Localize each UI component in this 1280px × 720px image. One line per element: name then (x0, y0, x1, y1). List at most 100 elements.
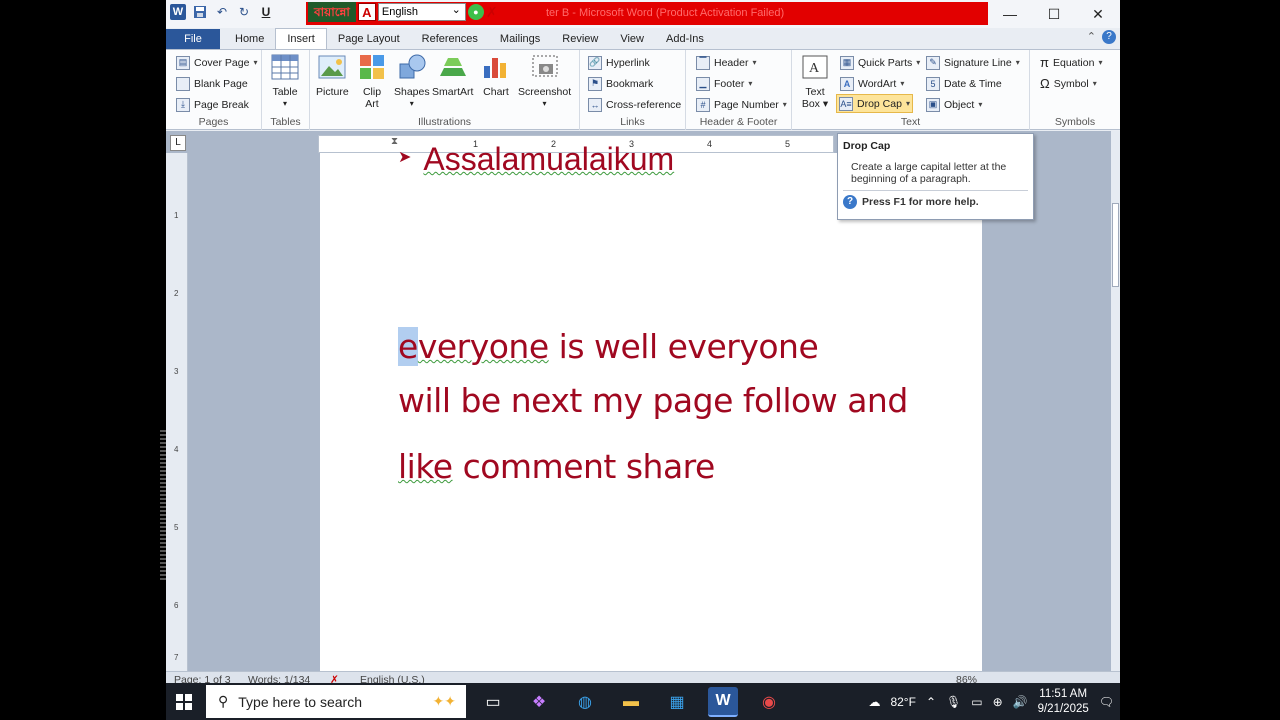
start-button[interactable] (166, 683, 202, 720)
header-button[interactable]: ▔ Header ▾ (694, 53, 758, 72)
table-button[interactable]: Table ▾ (270, 52, 300, 110)
group-tables: Table ▾ Tables (262, 50, 310, 130)
cross-reference-button[interactable]: ↔ Cross-reference (586, 95, 683, 114)
vertical-scrollbar[interactable] (1111, 131, 1120, 671)
screenshot-label: Screenshot (518, 86, 572, 98)
ruler-number: 1 (174, 211, 179, 220)
tab-review[interactable]: Review (551, 29, 609, 49)
taskbar-search[interactable]: ⚲ Type here to search ✦✦ (206, 685, 466, 718)
wordart-button[interactable]: A WordArt ▾ (838, 74, 906, 93)
tab-add-ins[interactable]: Add-Ins (655, 29, 715, 49)
chevron-up-icon[interactable]: ⌃ (926, 695, 936, 709)
object-icon: ▣ (926, 97, 940, 112)
weather-icon[interactable]: ☁ (868, 695, 880, 709)
scrollbar-thumb[interactable] (1112, 203, 1119, 287)
pi-icon: π (1040, 55, 1049, 70)
ruler-number: 4 (707, 139, 713, 149)
equation-button[interactable]: π Equation ▾ (1038, 53, 1104, 72)
battery-icon[interactable]: ▭ (971, 695, 982, 709)
copilot-icon[interactable]: ❖ (524, 687, 554, 717)
ime-language-select[interactable]: English (377, 2, 466, 21)
group-label: Pages (198, 116, 229, 128)
tab-file[interactable]: File (166, 29, 220, 49)
group-label: Text (900, 116, 921, 128)
drop-cap-tooltip: Drop Cap Create a large capital letter a… (837, 133, 1034, 220)
drop-cap-button[interactable]: A≡ Drop Cap ▾ (836, 94, 913, 113)
store-icon[interactable]: ▦ (662, 687, 692, 717)
signature-line-button[interactable]: ✎ Signature Line ▾ (924, 53, 1022, 72)
hyperlink-button[interactable]: 🔗 Hyperlink (586, 53, 652, 72)
weather-temp[interactable]: 82°F (890, 695, 915, 709)
word-taskbar-icon[interactable]: W (708, 686, 738, 717)
cover-page-button[interactable]: ▤ Cover Page ▾ (174, 53, 259, 72)
file-explorer-icon[interactable]: ▬ (616, 687, 646, 717)
tab-selector[interactable]: L (170, 135, 186, 151)
quick-parts-button[interactable]: ▦ Quick Parts ▾ (838, 53, 922, 72)
object-label: Object (944, 98, 975, 111)
close-button[interactable]: ✕ (1076, 0, 1120, 28)
bookmark-button[interactable]: ⚑ Bookmark (586, 74, 655, 93)
picture-button[interactable]: Picture (316, 52, 349, 98)
page-number-button[interactable]: # Page Number ▾ (694, 95, 789, 114)
ime-status-icon[interactable]: ● (467, 4, 484, 20)
bookmark-label: Bookmark (606, 77, 654, 90)
object-button[interactable]: ▣ Object ▾ (924, 95, 984, 114)
clip-art-button[interactable]: Clip Art (357, 52, 387, 110)
language-icon[interactable]: ⊕ (993, 695, 1003, 709)
clock[interactable]: 11:51 AM 9/21/2025 (1038, 687, 1089, 717)
symbol-button[interactable]: Ω Symbol ▾ (1038, 74, 1099, 93)
header-icon: ▔ (696, 55, 710, 70)
chart-button[interactable]: Chart (481, 52, 511, 98)
recorder-icon[interactable]: ◉ (754, 687, 784, 717)
ime-bangla-label[interactable]: বায়ান্নো (308, 2, 356, 22)
ruler-number: 5 (785, 139, 791, 149)
ime-close-icon[interactable]: ✗ (486, 4, 498, 21)
vertical-ruler[interactable]: 1 2 3 4 5 6 7 (166, 153, 188, 671)
indent-marker-icon[interactable]: ⧗ (391, 136, 398, 147)
time: 11:51 AM (1039, 687, 1088, 700)
date-time-button[interactable]: 5 Date & Time (924, 74, 1004, 93)
footer-button[interactable]: ▁ Footer ▾ (694, 74, 754, 93)
screenshot-button[interactable]: Screenshot ▾ (518, 52, 571, 110)
shapes-button[interactable]: Shapes ▾ (394, 52, 430, 110)
blank-page-label: Blank Page (194, 77, 248, 90)
minimize-button[interactable]: — (988, 0, 1032, 28)
omega-icon: Ω (1040, 76, 1050, 91)
maximize-button[interactable]: ☐ (1032, 0, 1076, 28)
underline-icon[interactable]: U (258, 4, 274, 20)
save-icon[interactable] (192, 4, 208, 20)
redo-icon[interactable]: ↻ (236, 4, 252, 20)
minimize-ribbon-icon[interactable]: ⌃ (1087, 30, 1096, 44)
help-icon[interactable]: ? (1102, 30, 1116, 44)
smartart-label: SmartArt (432, 86, 474, 98)
tooltip-help: ? Press F1 for more help. (843, 195, 1028, 209)
smartart-button[interactable]: SmartArt (432, 52, 473, 98)
drop-cap-icon: A≡ (839, 96, 853, 111)
blank-page-button[interactable]: Blank Page (174, 74, 250, 93)
tooltip-title: Drop Cap (843, 140, 891, 152)
ime-keyboard-icon[interactable]: A (357, 3, 376, 21)
text-box-button[interactable]: A Text Box ▾ (800, 52, 830, 110)
selected-text: e (398, 327, 418, 366)
tab-home[interactable]: Home (224, 29, 275, 49)
microphone-icon[interactable]: 🎙 (946, 695, 961, 709)
task-view-icon[interactable]: ▭ (478, 687, 508, 717)
notification-icon[interactable]: 🗨 (1099, 695, 1114, 709)
windows-icon (176, 693, 192, 710)
tab-insert[interactable]: Insert (275, 28, 327, 49)
undo-icon[interactable]: ↶ (214, 4, 230, 20)
page-break-button[interactable]: ⤓ Page Break (174, 95, 251, 114)
tab-view[interactable]: View (609, 29, 655, 49)
smartart-icon (438, 52, 468, 82)
group-label: Symbols (1054, 116, 1096, 128)
word-logo-icon[interactable]: W (170, 4, 186, 20)
edge-icon[interactable]: ◍ (570, 687, 600, 717)
text-run: like (398, 447, 453, 486)
tab-references[interactable]: References (411, 29, 489, 49)
volume-icon[interactable]: 🔊 (1013, 695, 1028, 709)
tab-mailings[interactable]: Mailings (489, 29, 551, 49)
ribbon: ▤ Cover Page ▾ Blank Page ⤓ Page Break Pa… (166, 49, 1120, 130)
tab-page-layout[interactable]: Page Layout (327, 29, 411, 49)
blank-page-icon (176, 76, 190, 91)
document-page[interactable]: ➤ Assalamualaikum everyone is well everyo… (320, 141, 982, 671)
